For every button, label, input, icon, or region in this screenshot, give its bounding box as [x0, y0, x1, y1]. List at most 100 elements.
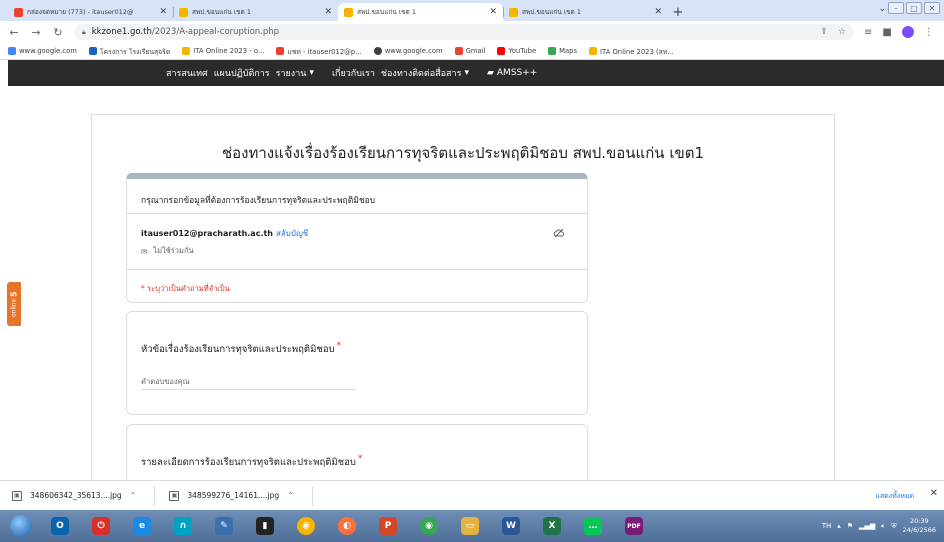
flag-icon[interactable]: ⚑ — [847, 522, 853, 530]
taskbar-app[interactable]: X — [535, 513, 569, 539]
browser-tab[interactable]: สพป.ขอนแก่น เขต 1 ✕ — [173, 3, 338, 21]
download-item[interactable]: ▣ 348606342_35613....jpg ⌃ — [12, 485, 156, 506]
forward-arrow-icon[interactable]: → — [30, 26, 42, 39]
pdf-icon: PDF — [625, 517, 643, 535]
bookmark-item[interactable]: Gmail — [454, 47, 485, 55]
question-title: รายละเอียดการร้องเรียนการทุจริตและประพฤต… — [141, 454, 363, 468]
minimize-icon[interactable]: – — [888, 2, 904, 14]
taskbar-app[interactable]: PDF — [617, 513, 651, 539]
switch-account-link[interactable]: สลับบัญชี — [276, 229, 308, 238]
explorer-icon: ▭ — [461, 517, 479, 535]
share-icon[interactable]: ⇪ — [820, 27, 828, 37]
browser-tab-active[interactable]: สพป.ขอนแก่น เขต 1 ✕ — [338, 3, 503, 21]
question-card: หัวข้อเรื่องร้องเรียนการทุจริตและประพฤติ… — [126, 311, 588, 415]
gmail-icon — [276, 47, 285, 55]
taskbar-app[interactable]: ▭ — [453, 513, 487, 539]
back-arrow-icon[interactable]: ← — [8, 26, 20, 39]
taskbar-app[interactable]: ◉ — [289, 513, 323, 539]
bookmark-item[interactable]: Maps — [548, 47, 577, 55]
start-button[interactable] — [6, 513, 36, 539]
taskbar-app[interactable]: ✎ — [207, 513, 241, 539]
tab-search-chevron-icon[interactable]: ⌄ — [878, 4, 886, 14]
browser-tab[interactable]: สพป.ขอนแก่น เขต 1 ✕ — [503, 3, 668, 21]
taskbar-app[interactable]: ◉ — [412, 513, 446, 539]
menu-kebab-icon[interactable]: ⋮ — [924, 27, 934, 38]
form-description: กรุณากรอกข้อมูลที่ต้องการร้องเรียนการทุจ… — [141, 196, 376, 206]
bookmark-item[interactable]: โครงการ โรงเรียนสุจริต — [88, 46, 170, 57]
youtube-icon — [497, 47, 506, 55]
bookmark-item[interactable]: แชท - itauser012@p... — [276, 46, 362, 57]
ie-icon: e — [133, 517, 151, 535]
image-file-icon: ▣ — [169, 490, 180, 501]
clock[interactable]: 20:39 24/6/2566 — [903, 517, 936, 535]
network-icon[interactable]: ▂▄▆ — [859, 522, 875, 530]
nav-item-amss[interactable]: ▰ AMSS++ — [487, 68, 537, 78]
card-divider — [127, 269, 587, 270]
nav-item-contact[interactable]: ช่องทางติดต่อสื่อสาร ▾ — [381, 66, 469, 80]
site-favicon-icon — [179, 7, 188, 17]
bookmark-item[interactable]: ITA Online 2023 - o... — [182, 47, 264, 55]
new-tab-button[interactable]: + — [668, 3, 688, 21]
tab-title: สพป.ขอนแก่น เขต 1 — [357, 8, 416, 16]
headset-icon: ∩ — [174, 517, 192, 535]
powerpoint-icon: P — [379, 517, 397, 535]
show-all-downloads-link[interactable]: แสดงทั้งหมด — [875, 491, 914, 502]
close-icon[interactable]: ✕ — [930, 488, 938, 499]
pen-icon: ✎ — [215, 517, 233, 535]
answer-input[interactable]: คำตอบของคุณ — [141, 376, 356, 390]
site-navbar: สารสนเทศ แผนปฏิบัติการ รายงาน ▾ เกี่ยวกับ… — [8, 60, 944, 86]
chevron-up-icon[interactable]: ⌃ — [287, 491, 294, 500]
reload-icon[interactable]: ↻ — [52, 26, 64, 39]
reading-list-icon[interactable]: ≡ — [864, 27, 872, 38]
taskbar-app[interactable]: e — [125, 513, 159, 539]
side-panel-icon[interactable]: ■ — [882, 27, 891, 38]
not-shared-row: ✉︎ ไม่ใช้ร่วมกัน — [141, 246, 194, 256]
lock-icon[interactable]: 🔒︎ — [82, 28, 86, 37]
close-tab-icon[interactable]: ✕ — [324, 7, 332, 17]
taskbar-app[interactable]: ⏻ — [84, 513, 118, 539]
close-tab-icon[interactable]: ✕ — [489, 7, 497, 17]
nav-item-report[interactable]: รายงาน ▾ — [276, 66, 314, 80]
tray-expand-icon[interactable]: ▴ — [837, 522, 841, 530]
account-info: itauser012@pracharath.ac.th สลับบัญชี — [141, 229, 309, 238]
language-indicator[interactable]: TH — [822, 522, 832, 530]
windows-orb-icon — [10, 515, 32, 537]
bookmark-item[interactable]: YouTube — [497, 47, 536, 55]
excel-icon: X — [543, 517, 561, 535]
address-bar[interactable]: 🔒︎ kkzone1.go.th/2023/A-appeal-coruption… — [74, 24, 854, 40]
close-window-icon[interactable]: ✕ — [924, 2, 940, 14]
taskbar-app[interactable]: ◐ — [330, 513, 364, 539]
nav-item-about[interactable]: เกี่ยวกับเรา — [332, 66, 375, 80]
bookmark-item[interactable]: www.google.com — [8, 47, 77, 55]
volume-icon[interactable]: 🔈︎ — [881, 522, 885, 531]
page-title: ช่องทางแจ้งเรื่องร้องเรียนการทุจริตและปร… — [221, 144, 704, 162]
close-tab-icon[interactable]: ✕ — [654, 7, 662, 17]
close-tab-icon[interactable]: ✕ — [159, 7, 167, 17]
profile-avatar[interactable] — [901, 26, 914, 38]
system-tray: TH ▴ ⚑ ▂▄▆ 🔈︎ ⛨ 20:39 24/6/2566 — [822, 510, 936, 542]
taskbar-app[interactable]: O — [43, 513, 77, 539]
download-filename: 348606342_35613....jpg — [30, 491, 122, 500]
bookmark-item[interactable]: www.google.com — [373, 47, 443, 55]
chevron-up-icon[interactable]: ⌃ — [130, 491, 137, 500]
download-item[interactable]: ▣ 348599276_14161....jpg ⌃ — [169, 485, 313, 506]
taskbar-app[interactable]: W — [494, 513, 528, 539]
bookmark-item[interactable]: ITA Online 2023 (สท... — [589, 46, 674, 57]
nav-item-plan[interactable]: แผนปฏิบัติการ — [214, 66, 270, 80]
security-icon[interactable]: ⛨ — [891, 522, 896, 531]
taskbar-app[interactable]: ▮ — [248, 513, 282, 539]
card-divider — [127, 213, 587, 214]
taskbar-app[interactable]: P — [371, 513, 405, 539]
required-note: * ระบุว่าเป็นคำถามที่จำเป็น — [141, 284, 230, 293]
maximize-icon[interactable]: ▢ — [906, 2, 922, 14]
browser-tab[interactable]: กล่องจดหมาย (773) - itauser012@ ✕ — [8, 3, 173, 21]
download-filename: 348599276_14161....jpg — [187, 491, 280, 500]
school-icon — [88, 47, 97, 55]
taskbar-app[interactable]: … — [576, 513, 610, 539]
browser-tab-strip: กล่องจดหมาย (773) - itauser012@ ✕ สพป.ขอ… — [0, 0, 944, 21]
windows-taskbar: O ⏻ e ∩ ✎ ▮ ◉ ◐ P ◉ ▭ W X … PDF TH ▴ ⚑ ▂… — [0, 510, 944, 542]
bookmark-star-icon[interactable]: ☆ — [838, 27, 846, 37]
form-header-card: กรุณากรอกข้อมูลที่ต้องการร้องเรียนการทุจ… — [126, 173, 588, 303]
taskbar-app[interactable]: ∩ — [166, 513, 200, 539]
nav-item-info[interactable]: สารสนเทศ — [166, 66, 208, 80]
